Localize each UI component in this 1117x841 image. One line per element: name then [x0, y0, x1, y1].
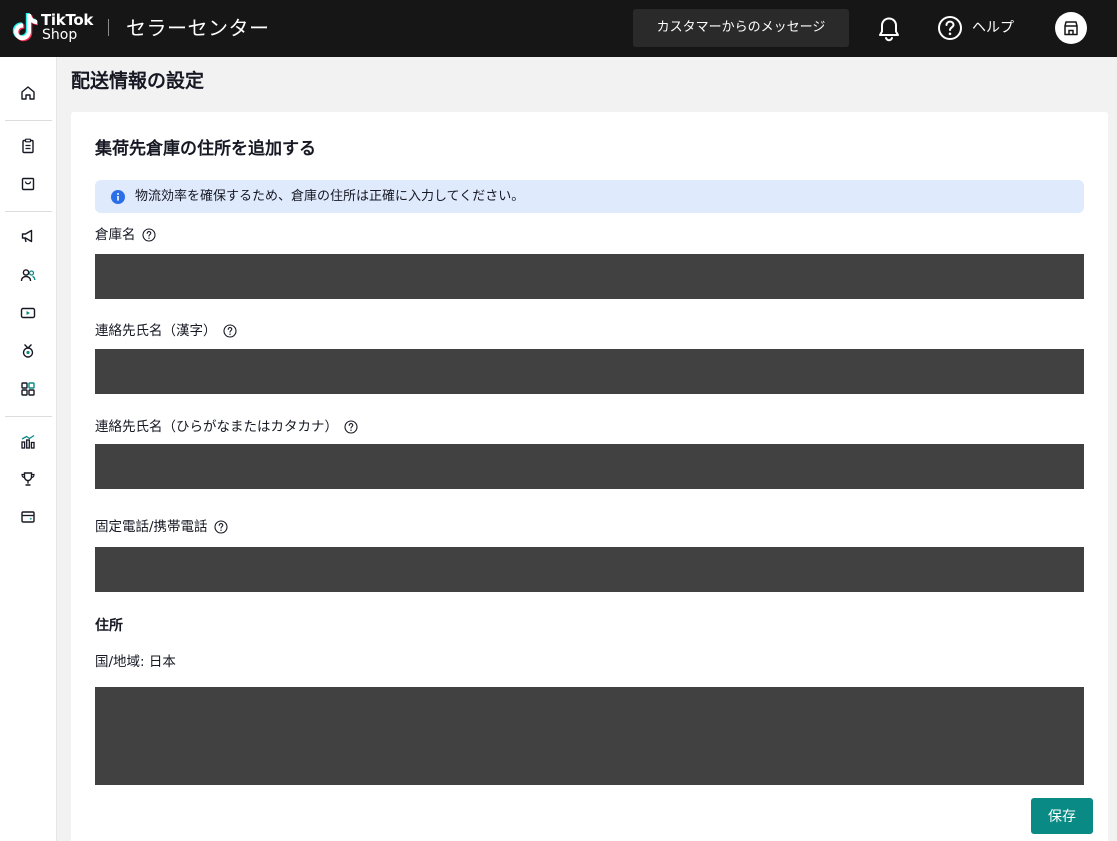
- address-inputs[interactable]: [95, 687, 1084, 785]
- creators-icon[interactable]: [20, 267, 36, 283]
- sidebar: [0, 57, 57, 841]
- question-icon[interactable]: [141, 228, 156, 242]
- sidebar-divider: [5, 211, 52, 212]
- header-divider: [108, 19, 109, 36]
- info-banner: 物流効率を確保するため、倉庫の住所は正確に入力してください。: [95, 180, 1084, 213]
- help-link[interactable]: ヘルプ: [972, 18, 1014, 38]
- info-banner-text: 物流効率を確保するため、倉庫の住所は正確に入力してください。: [135, 189, 525, 204]
- contact-name-kanji-input[interactable]: [95, 349, 1084, 394]
- apps-icon[interactable]: [20, 381, 36, 397]
- shop-avatar[interactable]: [1055, 12, 1087, 44]
- warehouse-name-input[interactable]: [95, 254, 1084, 299]
- field-label-text: 連絡先氏名（漢字）: [95, 323, 217, 339]
- top-header: TikTok Shop セラーセンター カスタマーからのメッセージ ヘルプ: [0, 0, 1117, 57]
- info-icon: [111, 190, 125, 204]
- address-section-label: 住所: [95, 618, 123, 634]
- field-label-text: 連絡先氏名（ひらがなまたはカタカナ）: [95, 419, 338, 435]
- home-icon[interactable]: [20, 85, 36, 101]
- phone-input[interactable]: [95, 547, 1084, 592]
- analytics-icon[interactable]: [20, 434, 36, 450]
- tiktok-shop-logo[interactable]: TikTok Shop: [12, 12, 96, 44]
- form-title: 集荷先倉庫の住所を追加する: [95, 139, 316, 159]
- orders-icon[interactable]: [20, 138, 36, 154]
- help-icon[interactable]: [937, 15, 963, 41]
- logo-text-shop: Shop: [42, 27, 78, 43]
- finance-icon[interactable]: [20, 509, 36, 525]
- live-icon[interactable]: [20, 305, 36, 321]
- sidebar-divider: [5, 416, 52, 417]
- warehouse-form-card: 集荷先倉庫の住所を追加する 物流効率を確保するため、倉庫の住所は正確に入力してく…: [71, 112, 1108, 841]
- marketing-icon[interactable]: [20, 228, 36, 244]
- save-button[interactable]: 保存: [1031, 798, 1093, 834]
- question-icon[interactable]: [344, 420, 358, 434]
- store-icon: [1064, 21, 1078, 36]
- app-title: セラーセンター: [126, 16, 270, 40]
- bell-icon[interactable]: [877, 16, 901, 42]
- tiktok-logo-icon: [12, 13, 38, 42]
- rewards-icon[interactable]: [20, 471, 36, 487]
- phone-label: 固定電話/携帯電話: [95, 518, 228, 536]
- question-icon[interactable]: [214, 520, 228, 534]
- customer-messages-button[interactable]: カスタマーからのメッセージ: [633, 9, 849, 47]
- contact-name-kanji-label: 連絡先氏名（漢字）: [95, 322, 237, 340]
- warehouse-name-label: 倉庫名: [95, 226, 156, 244]
- field-label-text: 固定電話/携帯電話: [95, 519, 208, 535]
- contact-name-kana-label: 連絡先氏名（ひらがなまたはカタカナ）: [95, 418, 358, 436]
- contact-name-kana-input[interactable]: [95, 444, 1084, 489]
- field-label-text: 倉庫名: [95, 227, 136, 243]
- sidebar-divider: [5, 120, 52, 121]
- products-icon[interactable]: [20, 176, 36, 192]
- country-region-text: 国/地域: 日本: [95, 654, 176, 670]
- growth-icon[interactable]: [20, 343, 36, 359]
- page-title: 配送情報の設定: [71, 70, 205, 92]
- question-icon[interactable]: [222, 324, 237, 338]
